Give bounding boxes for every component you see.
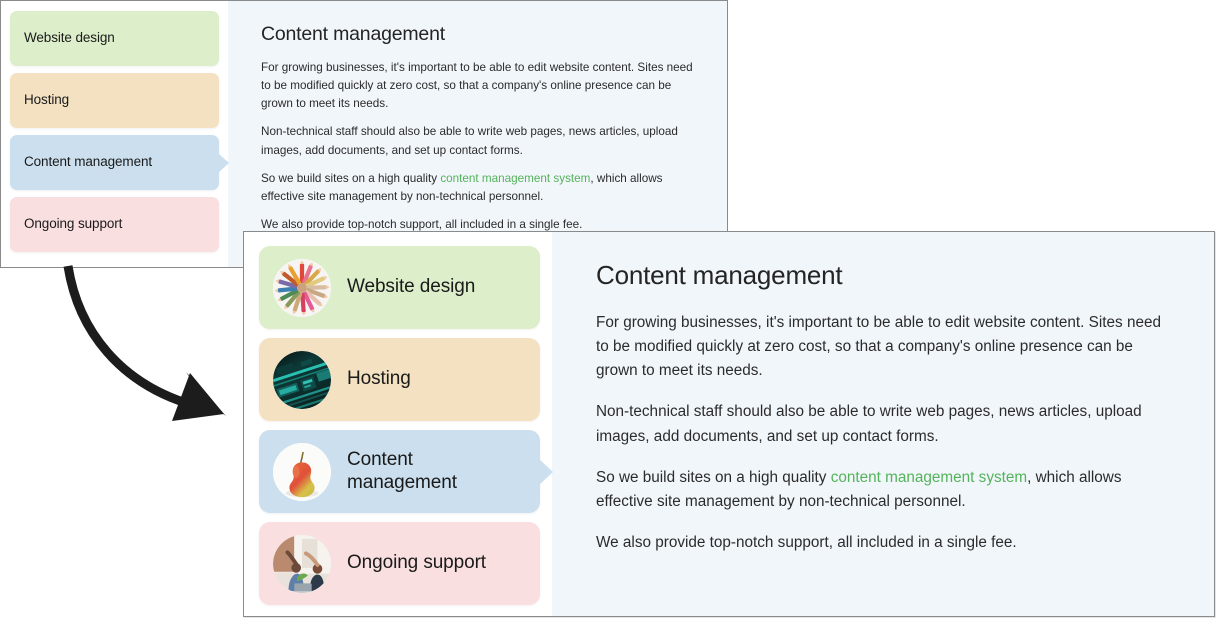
colored-pencils-thumbnail — [273, 258, 331, 317]
article-paragraph-4: We also provide top-notch support, all i… — [596, 534, 1017, 552]
office-team-thumbnail — [273, 534, 331, 593]
article-content-wide: Content management For growing businesse… — [552, 232, 1214, 616]
paragraph-3-text-before: So we build sites on a high quality — [261, 171, 441, 185]
service-card-label: Ongoing support — [24, 216, 123, 232]
service-card-label: Hosting — [24, 92, 70, 108]
service-card-hosting[interactable]: Hosting — [10, 73, 219, 128]
page-title: Content management — [596, 260, 843, 290]
curved-down-right-arrow — [63, 265, 226, 421]
service-card-label: Content management — [24, 154, 153, 170]
service-card-label: Hosting — [347, 368, 411, 390]
service-card-content-management[interactable]: Content management — [10, 135, 219, 190]
article-paragraph-2: Non-technical staff should also be able … — [261, 125, 678, 157]
service-card-ongoing-support[interactable]: Ongoing support — [10, 197, 219, 252]
circuit-board-thumbnail — [273, 350, 331, 409]
service-card-label: Ongoing support — [347, 552, 486, 574]
service-card-ongoing-support[interactable]: Ongoing support — [259, 522, 540, 605]
service-card-website-design[interactable]: Website design — [259, 246, 540, 329]
service-card-website-design[interactable]: Website design — [10, 11, 219, 66]
pear-thumbnail — [273, 442, 331, 501]
service-card-label: Website design — [347, 276, 476, 298]
service-card-label-line2: management — [347, 471, 457, 493]
content-management-system-link[interactable]: content management system — [440, 172, 590, 185]
service-card-label: Website design — [24, 30, 115, 46]
article-paragraph-1: For growing businesses, it's important t… — [596, 314, 1161, 380]
page-title: Content management — [261, 23, 445, 45]
services-sidebar-wide: Website design Hosting Content managemen… — [244, 232, 552, 616]
article-paragraph-3: So we build sites on a high quality cont… — [596, 466, 1174, 514]
article-content-narrow: Content management For growing businesse… — [228, 1, 727, 267]
service-card-label: Content management — [347, 449, 457, 494]
service-card-label-line1: Content — [347, 449, 413, 471]
service-card-content-management[interactable]: Content management — [259, 430, 540, 513]
article-paragraph-1: For growing businesses, it's important t… — [261, 61, 693, 111]
narrow-viewport-preview-panel: Website design Hosting Content managemen… — [0, 0, 728, 268]
wide-viewport-preview-panel: Website design Hosting Content managemen… — [243, 231, 1215, 617]
article-paragraph-2: Non-technical staff should also be able … — [596, 403, 1142, 445]
paragraph-3-text-before: So we build sites on a high quality — [596, 468, 831, 486]
article-paragraph-3: So we build sites on a high quality cont… — [261, 170, 699, 206]
content-management-system-link[interactable]: content management system — [831, 469, 1027, 486]
service-card-hosting[interactable]: Hosting — [259, 338, 540, 421]
services-sidebar-narrow: Website design Hosting Content managemen… — [1, 1, 228, 267]
